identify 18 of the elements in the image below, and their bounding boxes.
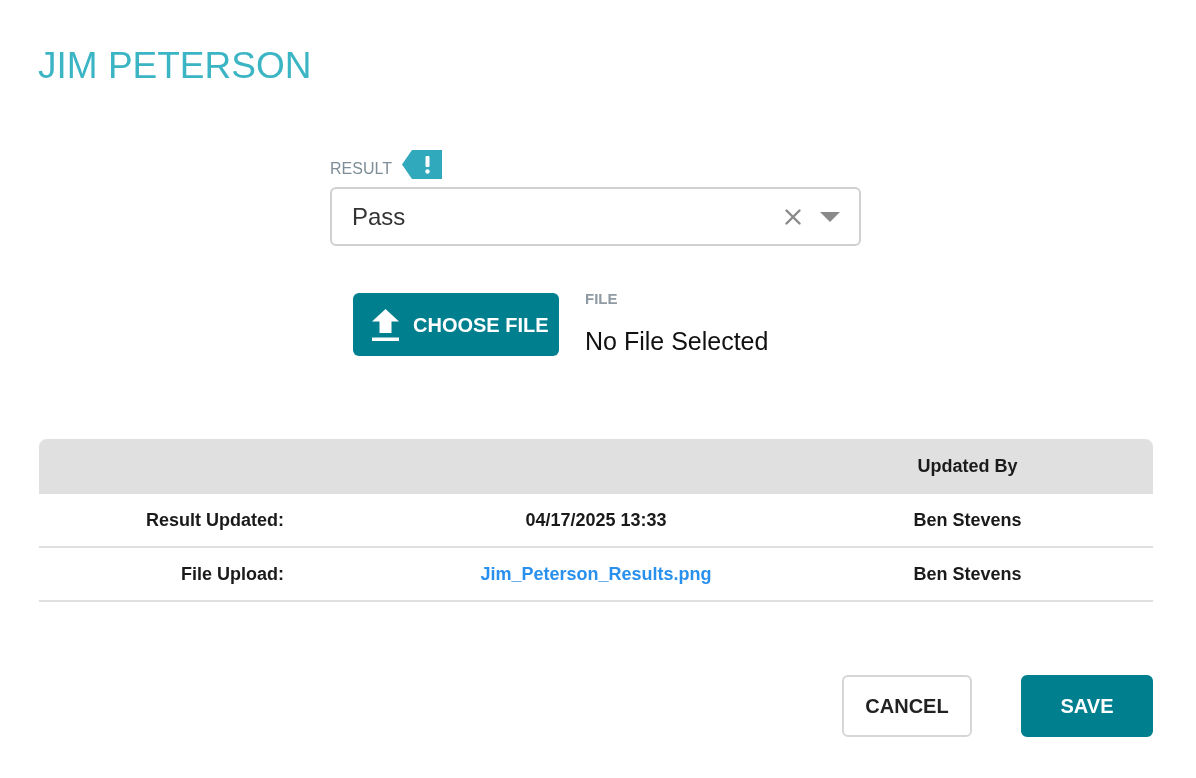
file-status-text: No File Selected xyxy=(585,326,769,356)
dropdown-caret-icon[interactable] xyxy=(820,211,840,222)
choose-file-button[interactable]: CHOOSE FILE xyxy=(353,293,559,356)
table-cell-text: 04/17/2025 13:33 xyxy=(525,508,667,532)
clear-icon[interactable] xyxy=(785,208,801,225)
field-label: FILE xyxy=(585,290,618,308)
result-select[interactable]: Pass xyxy=(330,187,861,246)
row-label: Result Updated: xyxy=(146,508,284,532)
field-label: RESULT xyxy=(330,159,392,179)
row-label: File Upload: xyxy=(181,562,284,586)
table-cell-text: Ben Stevens xyxy=(913,508,1022,532)
upload-icon xyxy=(372,308,399,341)
cancel-button[interactable]: CANCEL xyxy=(842,675,972,737)
person-name-heading: JIM PETERSON xyxy=(38,46,312,86)
table-cell-text: Ben Stevens xyxy=(913,562,1022,586)
save-button[interactable]: SAVE xyxy=(1021,675,1153,737)
column-header: Updated By xyxy=(917,455,1018,478)
file-link[interactable]: Jim_Peterson_Results.png xyxy=(480,560,712,588)
